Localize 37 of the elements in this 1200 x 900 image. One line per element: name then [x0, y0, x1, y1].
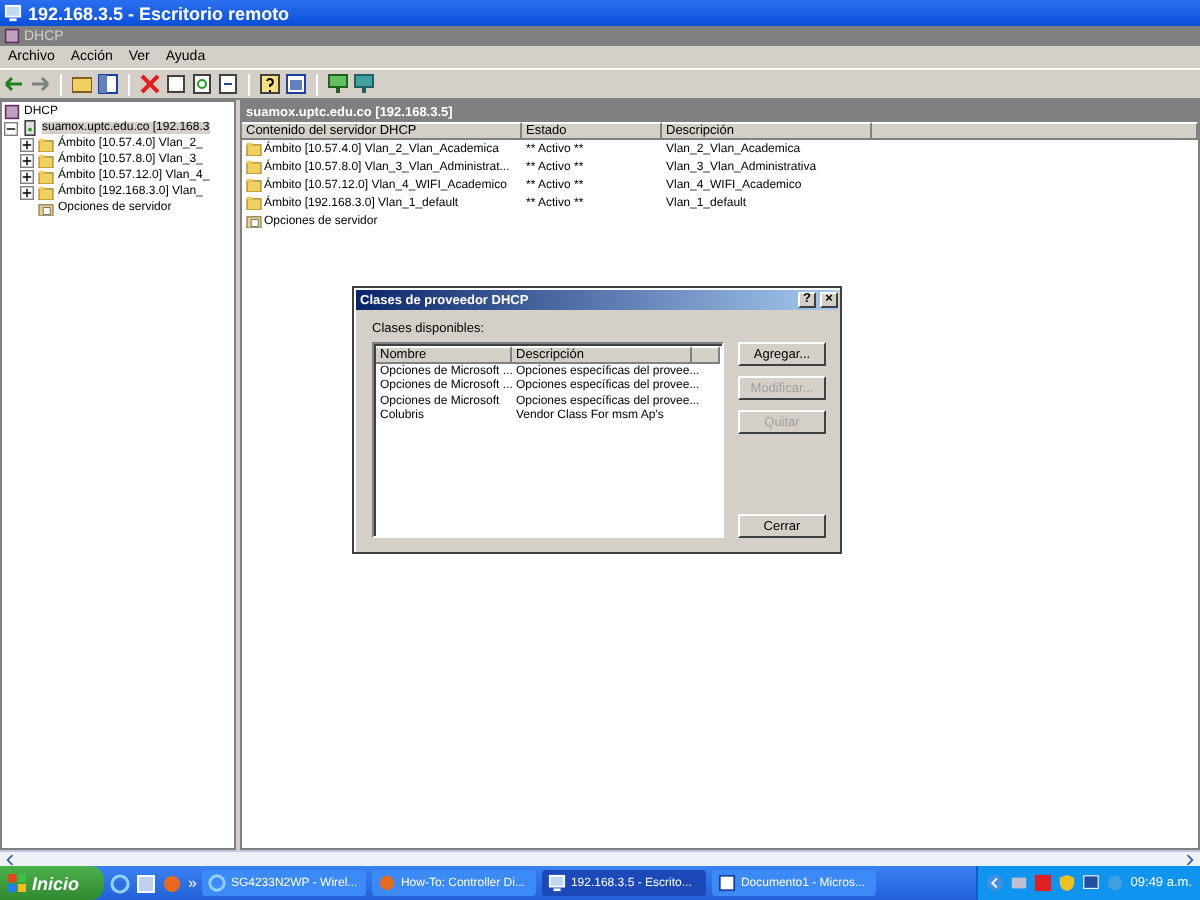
- chevron-icon: [986, 874, 1005, 892]
- forward-icon[interactable]: [30, 74, 50, 94]
- scrollbar[interactable]: [0, 850, 1200, 866]
- monitor-icon[interactable]: [328, 74, 348, 94]
- server-icon: [4, 28, 20, 44]
- collapse-icon[interactable]: [4, 121, 18, 135]
- options-folder-icon: [246, 214, 262, 228]
- folder-icon: [246, 160, 262, 174]
- back-icon[interactable]: [4, 74, 24, 94]
- windows-logo-icon: [8, 874, 26, 892]
- more-button[interactable]: »: [188, 874, 197, 892]
- computer-icon: [1082, 874, 1101, 892]
- window-title: 192.168.3.5 - Escritorio remoto: [28, 3, 290, 23]
- window-icon[interactable]: [286, 74, 306, 94]
- monitor-icon[interactable]: [354, 74, 374, 94]
- export-icon[interactable]: [218, 74, 238, 94]
- help-icon[interactable]: [260, 74, 280, 94]
- document-icon: [718, 874, 737, 892]
- refresh-icon[interactable]: [192, 74, 212, 94]
- options-folder-icon: [38, 201, 54, 215]
- globe-icon: [378, 874, 397, 892]
- browser-icon: [208, 874, 227, 892]
- folder-up-icon[interactable]: [72, 74, 92, 94]
- desktop-icon[interactable]: [136, 873, 156, 893]
- folder-icon: [246, 142, 262, 156]
- speaker-icon: [1106, 874, 1125, 892]
- computer-icon: [4, 4, 22, 22]
- network-icon: [1010, 874, 1029, 892]
- shield-icon: [1058, 874, 1077, 892]
- folder-icon: [246, 196, 262, 210]
- browser-icon[interactable]: [110, 873, 130, 893]
- start-button[interactable]: Inicio: [0, 866, 104, 900]
- antivirus-icon: [1034, 874, 1053, 892]
- folder-icon: [246, 178, 262, 192]
- properties-icon[interactable]: [166, 74, 186, 94]
- computer-icon: [548, 874, 567, 892]
- panel-icon[interactable]: [98, 74, 118, 94]
